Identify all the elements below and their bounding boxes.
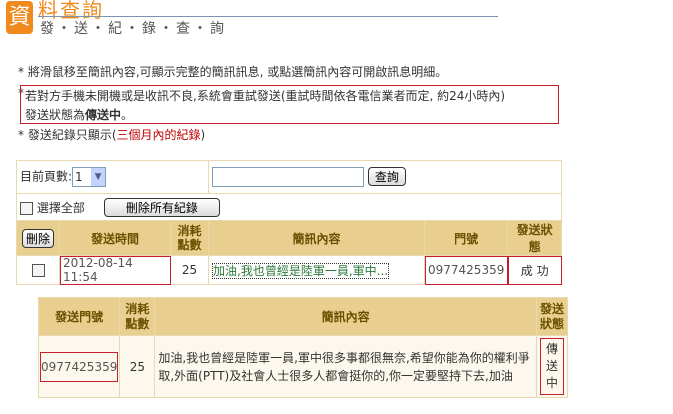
page-label: 目前頁數: xyxy=(20,169,73,184)
detail-header-status: 發送狀態 xyxy=(536,297,568,336)
header-number: 門號 xyxy=(423,220,509,256)
logo-icon: 資 xyxy=(6,1,33,34)
search-button[interactable]: 查詢 xyxy=(367,166,406,186)
note-status-pre: 發送狀態為 xyxy=(25,108,86,122)
row-checkbox[interactable] xyxy=(31,264,45,277)
select-all-checkbox[interactable] xyxy=(20,201,33,215)
page-select-value: 1 xyxy=(75,170,83,184)
note-status-bold: 傳送中 xyxy=(85,108,122,122)
search-input[interactable] xyxy=(212,167,364,188)
detail-status: 傳送中 xyxy=(540,338,564,395)
note-retry: 若對方手機未開機或是收訊不良,系統會重試發送(重試時間依各電信業者而定, 約24… xyxy=(25,89,506,103)
select-all-label: 選擇全部 xyxy=(36,200,85,215)
detail-content: 加油,我也曾經是陸軍一員,軍中很多事都很無奈,希望你能為你的權利爭取,外面(PT… xyxy=(154,335,537,398)
header-status: 發送狀態 xyxy=(507,220,562,256)
row-points: 25 xyxy=(170,255,209,285)
page-cell: 目前頁數: 1 ▼ xyxy=(16,160,209,194)
detail-points: 25 xyxy=(119,335,156,398)
delete-button[interactable]: 刪除 xyxy=(21,228,54,248)
row-status: 成 功 xyxy=(507,255,562,285)
note-range-pre: * 發送紀錄只顯示( xyxy=(18,128,117,142)
delete-all-button[interactable]: 刪除所有紀錄 xyxy=(103,197,220,217)
select-all-cell: 選擇全部 刪除所有紀錄 xyxy=(16,193,562,221)
detail-header-number: 發送門號 xyxy=(37,297,121,336)
header-time: 發送時間 xyxy=(59,220,171,256)
page-subtitle: 發・送・紀・錄・查・詢 xyxy=(40,21,227,37)
note-range-red: 三個月內的紀錄 xyxy=(116,128,201,142)
header-points: 消耗點數 xyxy=(170,220,209,256)
detail-header-content: 簡訊內容 xyxy=(154,297,537,336)
chevron-down-icon: ▼ xyxy=(91,168,106,186)
search-cell: 查詢 xyxy=(208,160,562,194)
table-row: 2012-08-14 11:54 25 加油,我也曾經是陸軍一員,軍中... 0… xyxy=(16,255,562,285)
note-range-post: ) xyxy=(200,128,206,142)
detail-table: 發送門號 消耗點數 簡訊內容 發送狀態 0977425359 25 加油,我也曾… xyxy=(37,297,568,398)
row-time: 2012-08-14 11:54 xyxy=(59,255,171,285)
header-content: 簡訊內容 xyxy=(208,220,425,256)
row-content-link[interactable]: 加油,我也曾經是陸軍一員,軍中... xyxy=(212,262,390,279)
records-table: 目前頁數: 1 ▼ 查詢 選擇全部 刪除所有紀錄 刪除 發送時間 消耗點數 簡訊內容… xyxy=(16,160,562,285)
note-status-post: 。 xyxy=(121,108,134,122)
divider xyxy=(38,16,498,17)
row-number: 0977425359 xyxy=(423,255,509,285)
retry-note-box: 若對方手機未開機或是收訊不良,系統會重試發送(重試時間依各電信業者而定, 約24… xyxy=(20,85,559,124)
detail-number: 0977425359 xyxy=(40,351,119,382)
detail-header-points: 消耗點數 xyxy=(119,297,156,336)
note-hover: * 將滑鼠移至簡訊內容,可顯示完整的簡訊訊息, 或點選簡訊內容可開啟訊息明細。 xyxy=(18,65,448,79)
page-select[interactable]: 1 ▼ xyxy=(72,167,107,187)
